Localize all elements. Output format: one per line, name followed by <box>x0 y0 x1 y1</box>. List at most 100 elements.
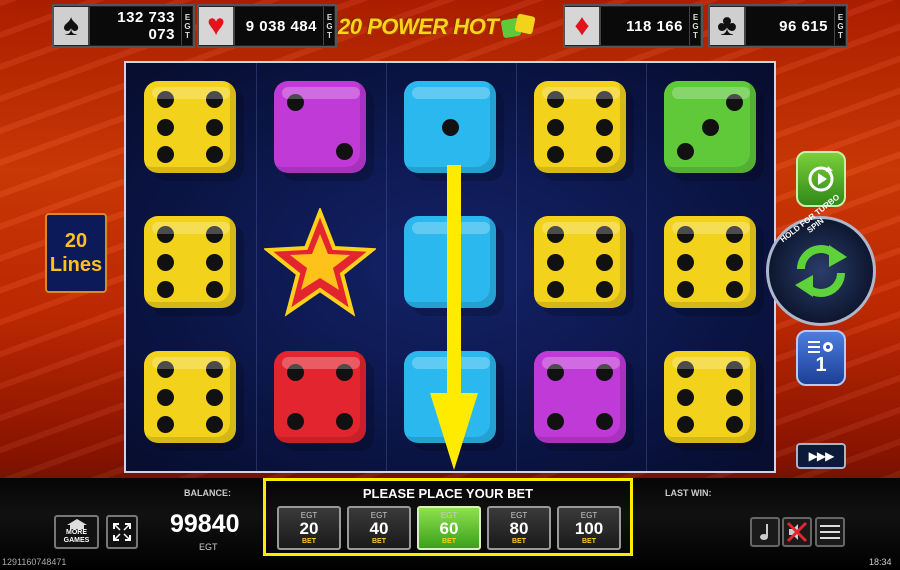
logo-text: 20 POWER HOT <box>338 14 499 39</box>
bet-word: BET <box>582 537 596 545</box>
dice-icon <box>144 216 236 308</box>
more-games-label: MORE GAMES <box>63 529 90 544</box>
die-pip <box>547 91 564 108</box>
die-pip <box>287 413 304 430</box>
die-pip <box>157 281 174 298</box>
bet-amount: 100 <box>574 518 604 538</box>
more-games-button[interactable]: MORE GAMES <box>54 515 99 549</box>
jackpot-egt: EGT <box>181 7 193 45</box>
bet-amount: 80 <box>509 518 529 538</box>
die-pip <box>677 253 694 271</box>
dice-icon <box>144 351 236 443</box>
die-pip <box>206 388 223 406</box>
yellow-die-symbol <box>524 208 636 320</box>
fullscreen-button[interactable] <box>106 515 138 549</box>
die-pip <box>157 416 174 433</box>
bet-option-20[interactable]: EGT 20 BET <box>277 506 341 550</box>
last-win-label: LAST WIN: <box>665 488 712 498</box>
die-pip <box>547 281 564 298</box>
green-die-symbol <box>654 73 766 185</box>
die-pip <box>726 361 743 378</box>
reel-divider <box>256 63 257 471</box>
dice-logo-icon <box>500 13 538 41</box>
bet-word: BET <box>302 537 316 545</box>
bet-word: BET <box>512 537 526 545</box>
yellow-die-symbol <box>134 343 246 455</box>
die-pip <box>596 253 613 271</box>
jackpot-value: 118 166 <box>626 17 683 35</box>
club-icon: ♣ <box>710 7 746 45</box>
spin-arrows-icon <box>795 245 847 297</box>
jackpot-spade: ♠ 132 733 073 EGT <box>52 4 195 48</box>
bet-option-60[interactable]: EGT 60 BET <box>417 506 481 550</box>
die-pip <box>596 91 613 108</box>
die-pip <box>726 94 743 111</box>
die-pip <box>596 364 613 381</box>
bet-option-80[interactable]: EGT 80 BET <box>487 506 551 550</box>
die-pip <box>206 118 223 136</box>
die-pip <box>701 118 719 136</box>
jackpot-egt: EGT <box>689 7 701 45</box>
bet-level-button[interactable]: 1 <box>796 330 846 386</box>
die-pip <box>336 143 353 160</box>
die-pip <box>206 91 223 108</box>
dice-icon <box>664 351 756 443</box>
hamburger-menu-icon <box>820 525 840 539</box>
die-pip <box>677 281 694 298</box>
bet-option-100[interactable]: EGT 100 BET <box>557 506 621 550</box>
die-pip <box>677 388 694 406</box>
heart-icon: ♥ <box>199 7 235 45</box>
die-pip <box>726 253 743 271</box>
bet-panel: PLEASE PLACE YOUR BET EGT 20 BET EGT 40 … <box>263 478 633 556</box>
dice-icon <box>144 81 236 173</box>
fast-forward-button[interactable]: ▶▶▶ <box>796 443 846 469</box>
bet-word: BET <box>372 537 386 545</box>
reel-divider <box>516 63 517 471</box>
die-pip <box>596 413 613 430</box>
die-pip <box>157 226 174 243</box>
sound-toggle-button[interactable] <box>782 517 812 547</box>
die-pip <box>157 361 174 378</box>
red-die-symbol <box>264 343 376 455</box>
die-pip <box>336 364 353 381</box>
lines-count: 20 <box>64 230 88 252</box>
die-pip <box>677 416 694 433</box>
dice-icon <box>534 81 626 173</box>
bet-amount: 60 <box>439 518 459 538</box>
die-pip <box>677 226 694 243</box>
jackpot-egt: EGT <box>323 7 335 45</box>
die-pip <box>157 253 174 271</box>
music-note-icon <box>760 524 768 540</box>
dice-icon <box>664 81 756 173</box>
jackpot-heart: ♥ 9 038 484 EGT <box>197 4 337 48</box>
die-pip <box>677 361 694 378</box>
lines-indicator: 20 Lines <box>45 213 107 293</box>
yellow-die-symbol <box>524 73 636 185</box>
die-pip <box>596 281 613 298</box>
jackpot-value: 9 038 484 <box>245 17 317 35</box>
die-pip <box>677 143 694 160</box>
die-pip <box>596 226 613 243</box>
die-pip <box>547 364 564 381</box>
dice-icon <box>534 351 626 443</box>
die-pip <box>336 413 353 430</box>
die-pip <box>547 118 564 136</box>
bet-word: BET <box>442 537 456 545</box>
die-pip <box>726 281 743 298</box>
bet-amount: 40 <box>369 518 389 538</box>
bet-option-40[interactable]: EGT 40 BET <box>347 506 411 550</box>
spade-icon: ♠ <box>54 7 90 45</box>
menu-button[interactable] <box>815 517 845 547</box>
die-pip <box>547 253 564 271</box>
yellow-die-symbol <box>654 208 766 320</box>
jackpot-value: 96 615 <box>779 17 828 35</box>
die-pip <box>287 364 304 381</box>
die-pip <box>547 146 564 163</box>
purple-die-symbol <box>524 343 636 455</box>
die-pip <box>206 281 223 298</box>
die-pip <box>157 118 174 136</box>
die-pip <box>206 361 223 378</box>
die-pip <box>726 416 743 433</box>
music-button[interactable] <box>750 517 780 547</box>
die-pip <box>157 388 174 406</box>
